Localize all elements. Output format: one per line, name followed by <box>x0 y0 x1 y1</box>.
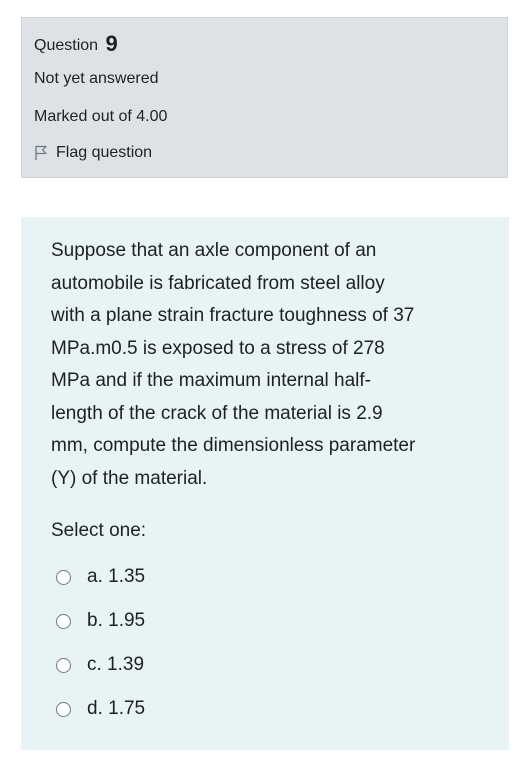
question-text-line: with a plane strain fracture toughness o… <box>51 305 415 326</box>
answer-label-c: c. 1.39 <box>87 654 145 675</box>
question-title: Question 9 <box>34 30 118 56</box>
flag-icon <box>34 145 48 161</box>
question-info-panel: Question 9 Not yet answered Marked out o… <box>21 17 508 178</box>
question-text-line: mm, compute the dimensionless parameter <box>51 435 416 456</box>
question-text-line: Suppose that an axle component of an <box>51 240 377 261</box>
flag-question-link[interactable]: Flag question <box>34 144 152 162</box>
answer-option-d[interactable]: d. 1.75 <box>51 687 145 731</box>
question-number: 9 <box>105 31 118 56</box>
question-label: Question <box>34 37 99 54</box>
question-text-line: MPa.m0.5 is exposed to a stress of 278 <box>51 337 385 359</box>
answer-label-d: d. 1.75 <box>87 698 146 719</box>
question-text: Suppose that an axle component of an aut… <box>51 235 491 495</box>
select-one-prompt: Select one: <box>51 520 147 541</box>
radio-button-c[interactable] <box>56 657 71 673</box>
answer-option-b[interactable]: b. 1.95 <box>51 599 145 643</box>
question-marks: Marked out of 4.00 <box>34 108 168 125</box>
radio-button-a[interactable] <box>56 569 71 585</box>
question-text-line: automobile is fabricated from steel allo… <box>51 272 385 294</box>
radio-button-d[interactable] <box>56 701 71 717</box>
question-content-panel: Suppose that an axle component of an aut… <box>21 217 509 750</box>
question-state: Not yet answered <box>34 70 159 87</box>
answer-label-b: b. 1.95 <box>87 610 146 631</box>
answer-label-a: a. 1.35 <box>87 566 146 587</box>
question-text-line: length of the crack of the material is 2… <box>51 402 383 424</box>
question-text-line: MPa and if the maximum internal half- <box>51 370 371 391</box>
radio-button-b[interactable] <box>56 613 71 629</box>
flag-question-label: Flag question <box>56 144 153 161</box>
answer-option-c[interactable]: c. 1.39 <box>51 643 145 687</box>
answer-options: a. 1.35 b. 1.95 c. 1.39 d. 1.75 <box>51 555 145 731</box>
answer-option-a[interactable]: a. 1.35 <box>51 555 145 599</box>
question-text-line: (Y) of the material. <box>51 467 208 489</box>
